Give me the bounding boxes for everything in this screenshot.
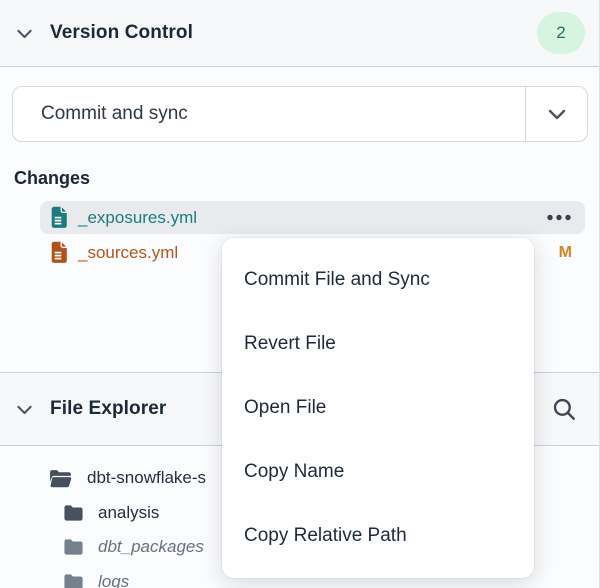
chevron-down-icon[interactable] (14, 23, 35, 44)
changes-section-label: Changes (14, 168, 90, 189)
search-icon[interactable] (551, 396, 577, 422)
folder-icon (63, 504, 84, 522)
folder-icon (63, 573, 84, 588)
file-actions-menu-button[interactable] (546, 213, 572, 222)
chevron-down-icon[interactable] (14, 399, 35, 420)
folder-icon (63, 538, 84, 556)
tree-item-label: dbt_packages (98, 537, 204, 557)
version-control-header[interactable]: Version Control 2 (0, 0, 599, 67)
tree-item-project-root[interactable]: dbt-snowflake-s (48, 461, 206, 495)
modified-status-badge: M (559, 244, 572, 262)
yml-file-icon (50, 206, 69, 229)
tree-item-label: analysis (98, 503, 159, 523)
menu-item-open-file[interactable]: Open File (222, 376, 534, 440)
commit-action-dropdown[interactable]: Commit and sync (12, 86, 588, 142)
menu-item-commit-file-and-sync[interactable]: Commit File and Sync (222, 248, 534, 312)
changes-count-badge: 2 (537, 12, 585, 54)
menu-item-revert-file[interactable]: Revert File (222, 312, 534, 376)
tree-item-logs[interactable]: logs (63, 565, 129, 588)
tree-item-label: dbt-snowflake-s (87, 468, 206, 488)
commit-action-label[interactable]: Commit and sync (13, 87, 525, 141)
version-control-title: Version Control (50, 22, 193, 44)
commit-action-caret-button[interactable] (525, 87, 587, 141)
file-explorer-title: File Explorer (50, 398, 166, 420)
menu-item-copy-relative-path[interactable]: Copy Relative Path (222, 504, 534, 568)
tree-item-analysis[interactable]: analysis (63, 496, 159, 530)
changed-file-name: _exposures.yml (78, 208, 197, 228)
file-context-menu: Commit File and Sync Revert File Open Fi… (222, 238, 534, 578)
version-control-panel: Version Control 2 Commit and sync Change… (0, 0, 600, 588)
folder-open-icon (48, 468, 73, 489)
tree-item-dbt-packages[interactable]: dbt_packages (63, 530, 204, 564)
chevron-down-icon (545, 102, 569, 126)
changed-file-name: _sources.yml (78, 243, 178, 263)
tree-item-label: logs (98, 572, 129, 588)
menu-item-copy-name[interactable]: Copy Name (222, 440, 534, 504)
yml-file-icon (50, 241, 69, 264)
changed-file-row-exposures[interactable]: _exposures.yml (40, 201, 585, 234)
